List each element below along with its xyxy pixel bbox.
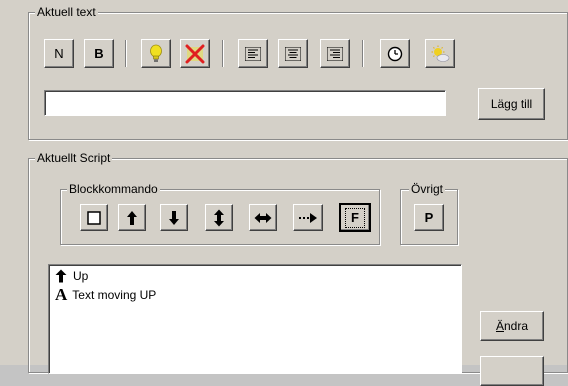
align-right-button[interactable] [320, 39, 350, 68]
arrow-up-icon [55, 269, 67, 283]
highlight-button[interactable] [141, 39, 171, 68]
bold-text-icon: B [94, 45, 104, 61]
toolbar-separator [362, 40, 363, 67]
bold-text-button[interactable]: B [84, 39, 114, 68]
align-left-button[interactable] [238, 39, 268, 68]
add-button-label: Lägg till [490, 97, 533, 111]
clock-icon [387, 46, 403, 61]
list-item-text: Up [73, 269, 89, 283]
up-button[interactable] [118, 204, 146, 231]
align-center-icon [285, 46, 301, 61]
aktuellt-script-panel: Aktuellt Script Blockkommando F Övrigt P… [0, 146, 568, 386]
clear-button[interactable] [180, 39, 210, 68]
arrow-up-down-icon [214, 209, 224, 226]
p-button[interactable]: P [414, 204, 444, 231]
align-center-button[interactable] [278, 39, 308, 68]
p-button-label: P [424, 209, 434, 225]
andra-button[interactable]: Ändra [480, 311, 544, 341]
box-button[interactable] [80, 204, 108, 231]
arrow-down-icon [169, 210, 179, 225]
dotted-arrow-right-icon [299, 212, 317, 223]
toolbar-separator [222, 40, 223, 67]
text-input[interactable] [44, 90, 446, 116]
normal-text-icon: N [54, 45, 64, 61]
aktuell-text-panel: Aktuell text N B Lägg till [0, 0, 568, 146]
arrow-left-right-icon [254, 212, 272, 223]
square-icon [87, 210, 101, 225]
aktuell-text-legend: Aktuell text [35, 5, 98, 19]
andra-button-label: Ändra [496, 319, 528, 333]
add-button[interactable]: Lägg till [478, 88, 545, 120]
dotted-right-button[interactable] [293, 204, 323, 231]
updown-button[interactable] [205, 204, 233, 231]
lower-button[interactable] [480, 356, 544, 386]
align-left-icon [245, 46, 261, 61]
blockkommando-legend: Blockkommando [67, 182, 160, 196]
lightbulb-icon [150, 44, 162, 62]
align-right-icon [327, 46, 343, 61]
aktuell-text-group: Aktuell text [28, 5, 568, 140]
list-item[interactable]: Up [55, 269, 88, 283]
normal-text-button[interactable]: N [44, 39, 74, 68]
toolbar-separator [125, 40, 126, 67]
framed-f-icon: F [345, 207, 365, 228]
andra-label-rest: ndra [503, 319, 529, 333]
list-item-text: Text moving UP [72, 288, 157, 302]
ovrigt-legend: Övrigt [409, 182, 446, 196]
andra-access-key: Ä [495, 319, 504, 333]
frame-button[interactable]: F [339, 203, 371, 232]
script-list[interactable]: Up A Text moving UP [48, 264, 462, 374]
aktuellt-script-legend: Aktuellt Script [35, 151, 113, 165]
leftright-button[interactable] [249, 204, 277, 231]
weather-button[interactable] [425, 39, 455, 68]
arrow-up-icon [127, 210, 137, 225]
list-item[interactable]: A Text moving UP [55, 285, 157, 304]
sun-cloud-icon [431, 45, 450, 62]
frame-button-label: F [351, 209, 359, 225]
letter-a-icon: A [55, 285, 68, 304]
time-button[interactable] [380, 39, 410, 68]
red-x-icon [185, 44, 205, 63]
down-button[interactable] [160, 204, 188, 231]
